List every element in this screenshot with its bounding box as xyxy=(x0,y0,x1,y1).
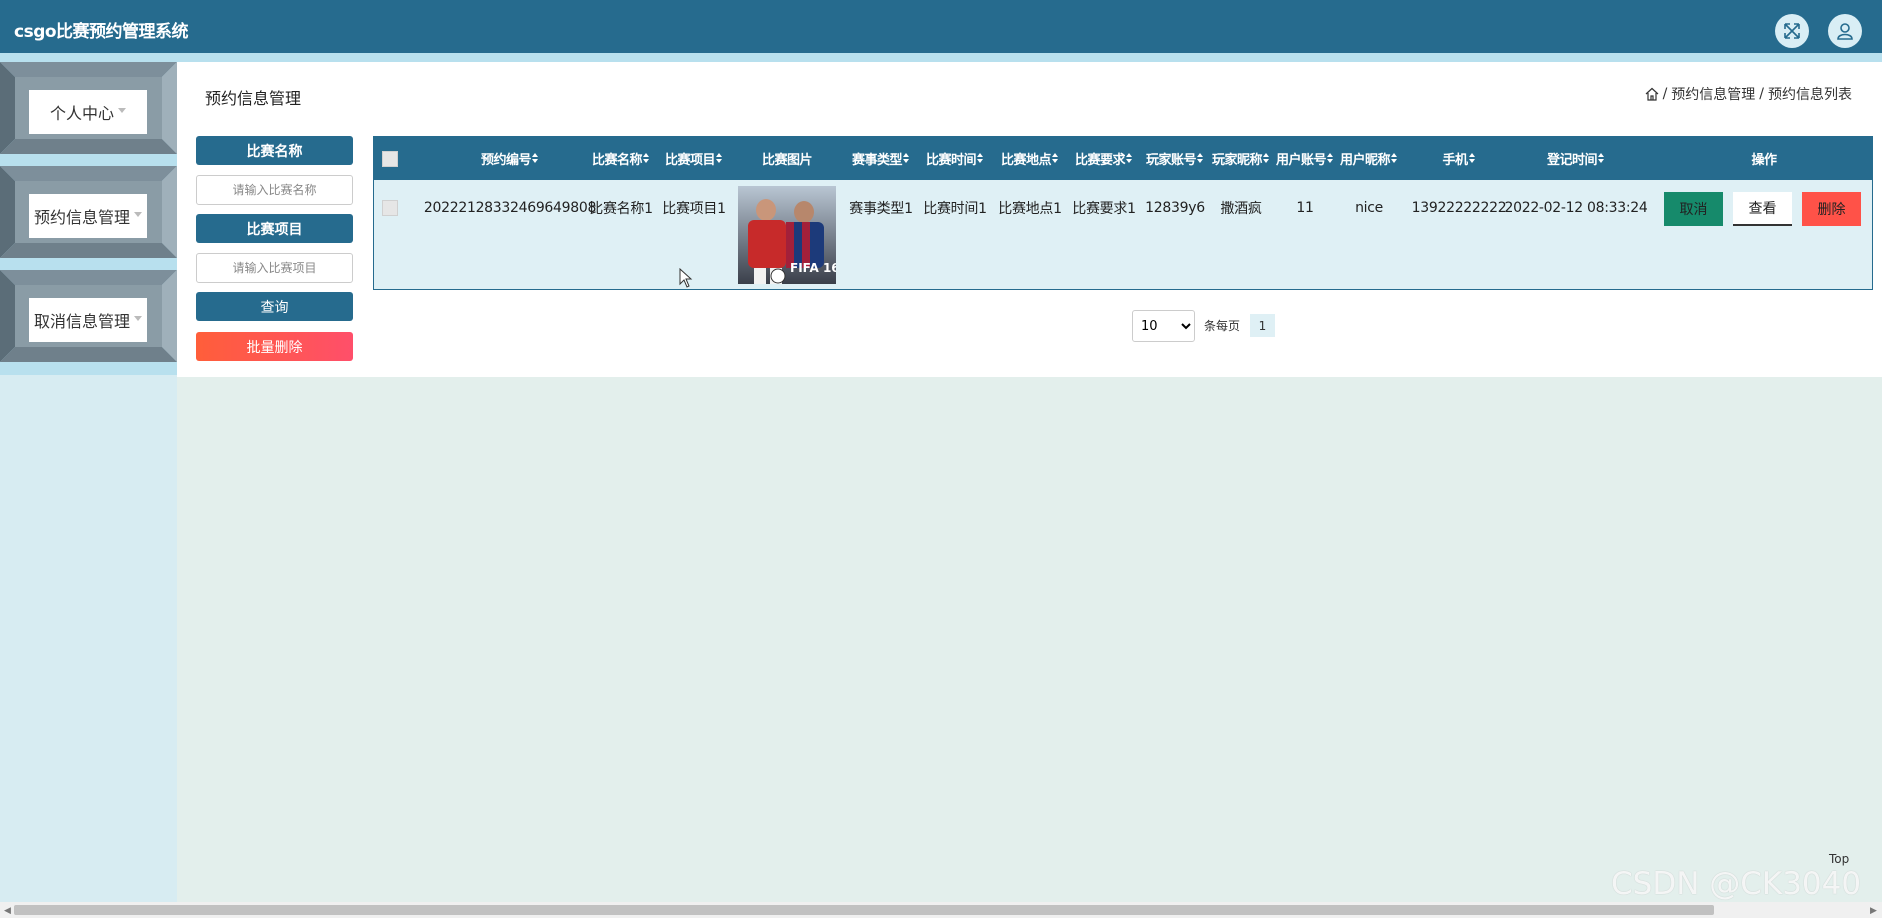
sidebar-item-label: 取消信息管理 xyxy=(33,312,130,331)
column-header: 比赛图片 xyxy=(761,153,813,168)
sort-icon xyxy=(716,153,723,164)
chevron-down-icon xyxy=(134,211,142,217)
row-checkbox-cell xyxy=(382,180,398,236)
match-image[interactable]: FIFA 16 xyxy=(738,186,836,284)
column-header[interactable]: 比赛时间 xyxy=(920,137,990,180)
column-header[interactable]: 玩家昵称 xyxy=(1208,137,1274,180)
sort-icon xyxy=(1126,153,1133,164)
name-label: 比赛名称 xyxy=(196,136,353,165)
select-all-cell xyxy=(382,137,398,180)
top-header: csgo比赛预约管理系统 xyxy=(0,0,1882,53)
back-to-top-button[interactable]: Top xyxy=(1829,852,1849,866)
column-header[interactable]: 比赛要求 xyxy=(1069,137,1139,180)
cell-player-nick: 撒酒疯 xyxy=(1220,201,1262,217)
scroll-right-icon[interactable]: ▶ xyxy=(1870,906,1877,916)
project-search-input[interactable] xyxy=(196,253,353,283)
sidebar-item-label: 个人中心 xyxy=(49,104,114,123)
breadcrumb-item[interactable]: 预约信息管理 xyxy=(1671,84,1755,104)
breadcrumb: / 预约信息管理 / 预约信息列表 xyxy=(1645,84,1852,104)
user-button[interactable] xyxy=(1828,14,1862,48)
sort-icon xyxy=(643,153,650,164)
page-size-select[interactable]: 10 xyxy=(1132,310,1195,342)
chevron-down-icon xyxy=(118,107,126,113)
sort-icon xyxy=(1598,153,1605,164)
cell-name: 比赛名称1 xyxy=(589,201,653,217)
sidebar-item-reservation[interactable]: 预约信息管理 xyxy=(0,166,177,258)
table-header: 预约编号 比赛名称 比赛项目 比赛图片 赛事类型 比赛时间 比赛地点 比赛要求 … xyxy=(374,137,1872,180)
page-title: 预约信息管理 xyxy=(205,89,302,108)
column-header[interactable]: 赛事类型 xyxy=(846,137,916,180)
select-all-checkbox[interactable] xyxy=(382,150,398,167)
sort-icon xyxy=(1391,153,1398,164)
sidebar: 个人中心 预约信息管理 取消信息管理 xyxy=(0,62,177,902)
sidebar-item-cancel[interactable]: 取消信息管理 xyxy=(0,270,177,362)
cell-time: 比赛时间1 xyxy=(923,201,987,217)
column-header[interactable]: 比赛项目 xyxy=(661,137,727,180)
cancel-button[interactable]: 取消 xyxy=(1664,192,1723,226)
image-label: FIFA 16 xyxy=(790,261,836,275)
sidebar-item-label: 预约信息管理 xyxy=(33,208,130,227)
chevron-down-icon xyxy=(134,315,142,321)
project-label: 比赛项目 xyxy=(196,214,353,243)
page-number[interactable]: 1 xyxy=(1250,314,1275,337)
batch-delete-button[interactable]: 批量删除 xyxy=(196,332,353,361)
header-strip xyxy=(0,53,1882,62)
cell-type: 赛事类型1 xyxy=(849,201,913,217)
horizontal-scrollbar[interactable]: ◀ ▶ xyxy=(0,902,1882,918)
cell-location: 比赛地点1 xyxy=(998,201,1062,217)
cell-phone: 13922222222 xyxy=(1411,200,1507,216)
sort-icon xyxy=(1197,153,1204,164)
column-header[interactable]: 预约编号 xyxy=(410,137,610,180)
watermark: CSDN @CK3040 xyxy=(1611,866,1862,902)
column-header[interactable]: 手机 xyxy=(1409,137,1509,180)
mouse-cursor-icon xyxy=(679,268,693,288)
sort-icon xyxy=(1052,153,1059,164)
home-icon[interactable] xyxy=(1645,87,1659,101)
sort-icon xyxy=(1468,153,1476,164)
delete-button[interactable]: 删除 xyxy=(1802,192,1861,226)
column-header[interactable]: 登记时间 xyxy=(1506,137,1646,180)
scroll-thumb[interactable] xyxy=(14,905,1714,915)
match-photo-icon: FIFA 16 xyxy=(738,186,836,284)
column-header[interactable]: 用户昵称 xyxy=(1336,137,1402,180)
data-table: 预约编号 比赛名称 比赛项目 比赛图片 赛事类型 比赛时间 比赛地点 比赛要求 … xyxy=(373,136,1873,290)
column-header[interactable]: 用户账号 xyxy=(1272,137,1338,180)
cell-project: 比赛项目1 xyxy=(662,201,726,217)
column-header: 操作 xyxy=(1751,153,1777,168)
cell-user-account: 11 xyxy=(1296,200,1314,216)
scroll-left-icon[interactable]: ◀ xyxy=(4,906,11,916)
cell-id: 20222128332469649808 xyxy=(423,200,597,216)
cell-requirement: 比赛要求1 xyxy=(1072,201,1136,217)
sort-icon xyxy=(903,153,910,164)
query-button[interactable]: 查询 xyxy=(196,292,353,321)
sort-icon xyxy=(1327,153,1334,164)
breadcrumb-item: 预约信息列表 xyxy=(1768,87,1852,103)
cell-reg-time: 2022-02-12 08:33:24 xyxy=(1504,200,1648,216)
column-header[interactable]: 比赛地点 xyxy=(995,137,1065,180)
sidebar-item-personal[interactable]: 个人中心 xyxy=(0,62,177,154)
expand-icon xyxy=(1784,23,1800,39)
column-header[interactable]: 比赛名称 xyxy=(588,137,654,180)
sort-icon xyxy=(977,153,984,164)
per-page-text: 条每页 xyxy=(1204,319,1241,333)
name-search-input[interactable] xyxy=(196,175,353,205)
cell-user-nick: nice xyxy=(1355,200,1383,216)
column-header[interactable]: 玩家账号 xyxy=(1142,137,1208,180)
user-icon xyxy=(1837,23,1853,40)
view-button[interactable]: 查看 xyxy=(1733,192,1792,226)
sort-icon xyxy=(532,153,539,164)
sort-icon xyxy=(1263,153,1270,164)
app-title: csgo比赛预约管理系统 xyxy=(14,22,189,42)
row-checkbox[interactable] xyxy=(382,200,398,216)
fullscreen-button[interactable] xyxy=(1775,14,1809,48)
cell-player-account: 12839y6 xyxy=(1145,200,1205,216)
